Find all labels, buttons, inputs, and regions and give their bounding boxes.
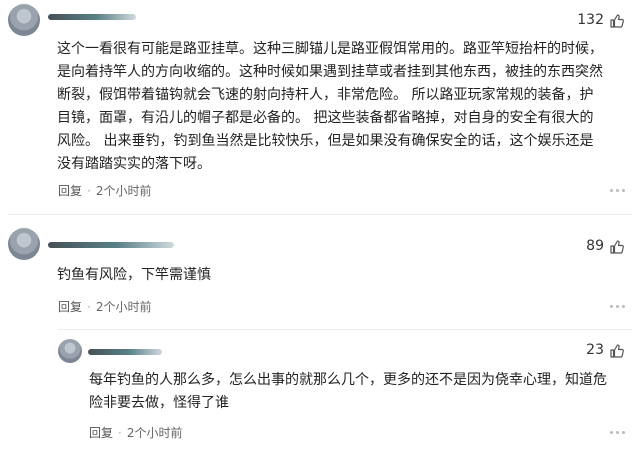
avatar[interactable] [58,339,82,363]
comment-meta: 回复 · 2个小时前 [58,298,151,315]
divider [8,214,632,215]
username-obscured[interactable] [48,14,136,20]
comment-text: 这个一看很有可能是路亚挂草。这种三脚锚儿是路亚假饵常用的。路亚竿短抬杆的时候， … [57,41,603,172]
divider [58,329,632,330]
separator-dot: · [87,184,91,198]
timestamp: 2个小时前 [126,426,183,440]
reply-button[interactable]: 回复 [58,300,82,314]
more-options-icon[interactable] [610,187,626,193]
comment-text: 钓鱼有风险，下竿需谨慎 [57,267,211,283]
thumbs-up-icon[interactable] [609,13,625,29]
like-count: 132 [577,12,604,28]
username-obscured[interactable] [88,349,162,355]
username-obscured[interactable] [48,242,174,248]
like-count: 23 [586,342,604,358]
comment-text: 每年钓鱼的人那么多，怎么出事的就那么几个，更多的还不是因为侥幸心理，知道危 险非… [89,372,607,411]
avatar[interactable] [8,228,40,260]
comment-meta: 回复 · 2个小时前 [58,182,151,199]
separator-dot: · [118,426,122,440]
more-options-icon[interactable] [610,429,626,435]
more-options-icon[interactable] [610,303,626,309]
like-count: 89 [586,238,604,254]
comment-meta: 回复 · 2个小时前 [89,424,182,441]
reply-button[interactable]: 回复 [58,184,82,198]
separator-dot: · [87,300,91,314]
thumbs-up-icon[interactable] [609,239,625,255]
timestamp: 2个小时前 [95,184,152,198]
timestamp: 2个小时前 [95,300,152,314]
thumbs-up-icon[interactable] [609,343,625,359]
reply-button[interactable]: 回复 [89,426,113,440]
avatar[interactable] [8,4,40,36]
